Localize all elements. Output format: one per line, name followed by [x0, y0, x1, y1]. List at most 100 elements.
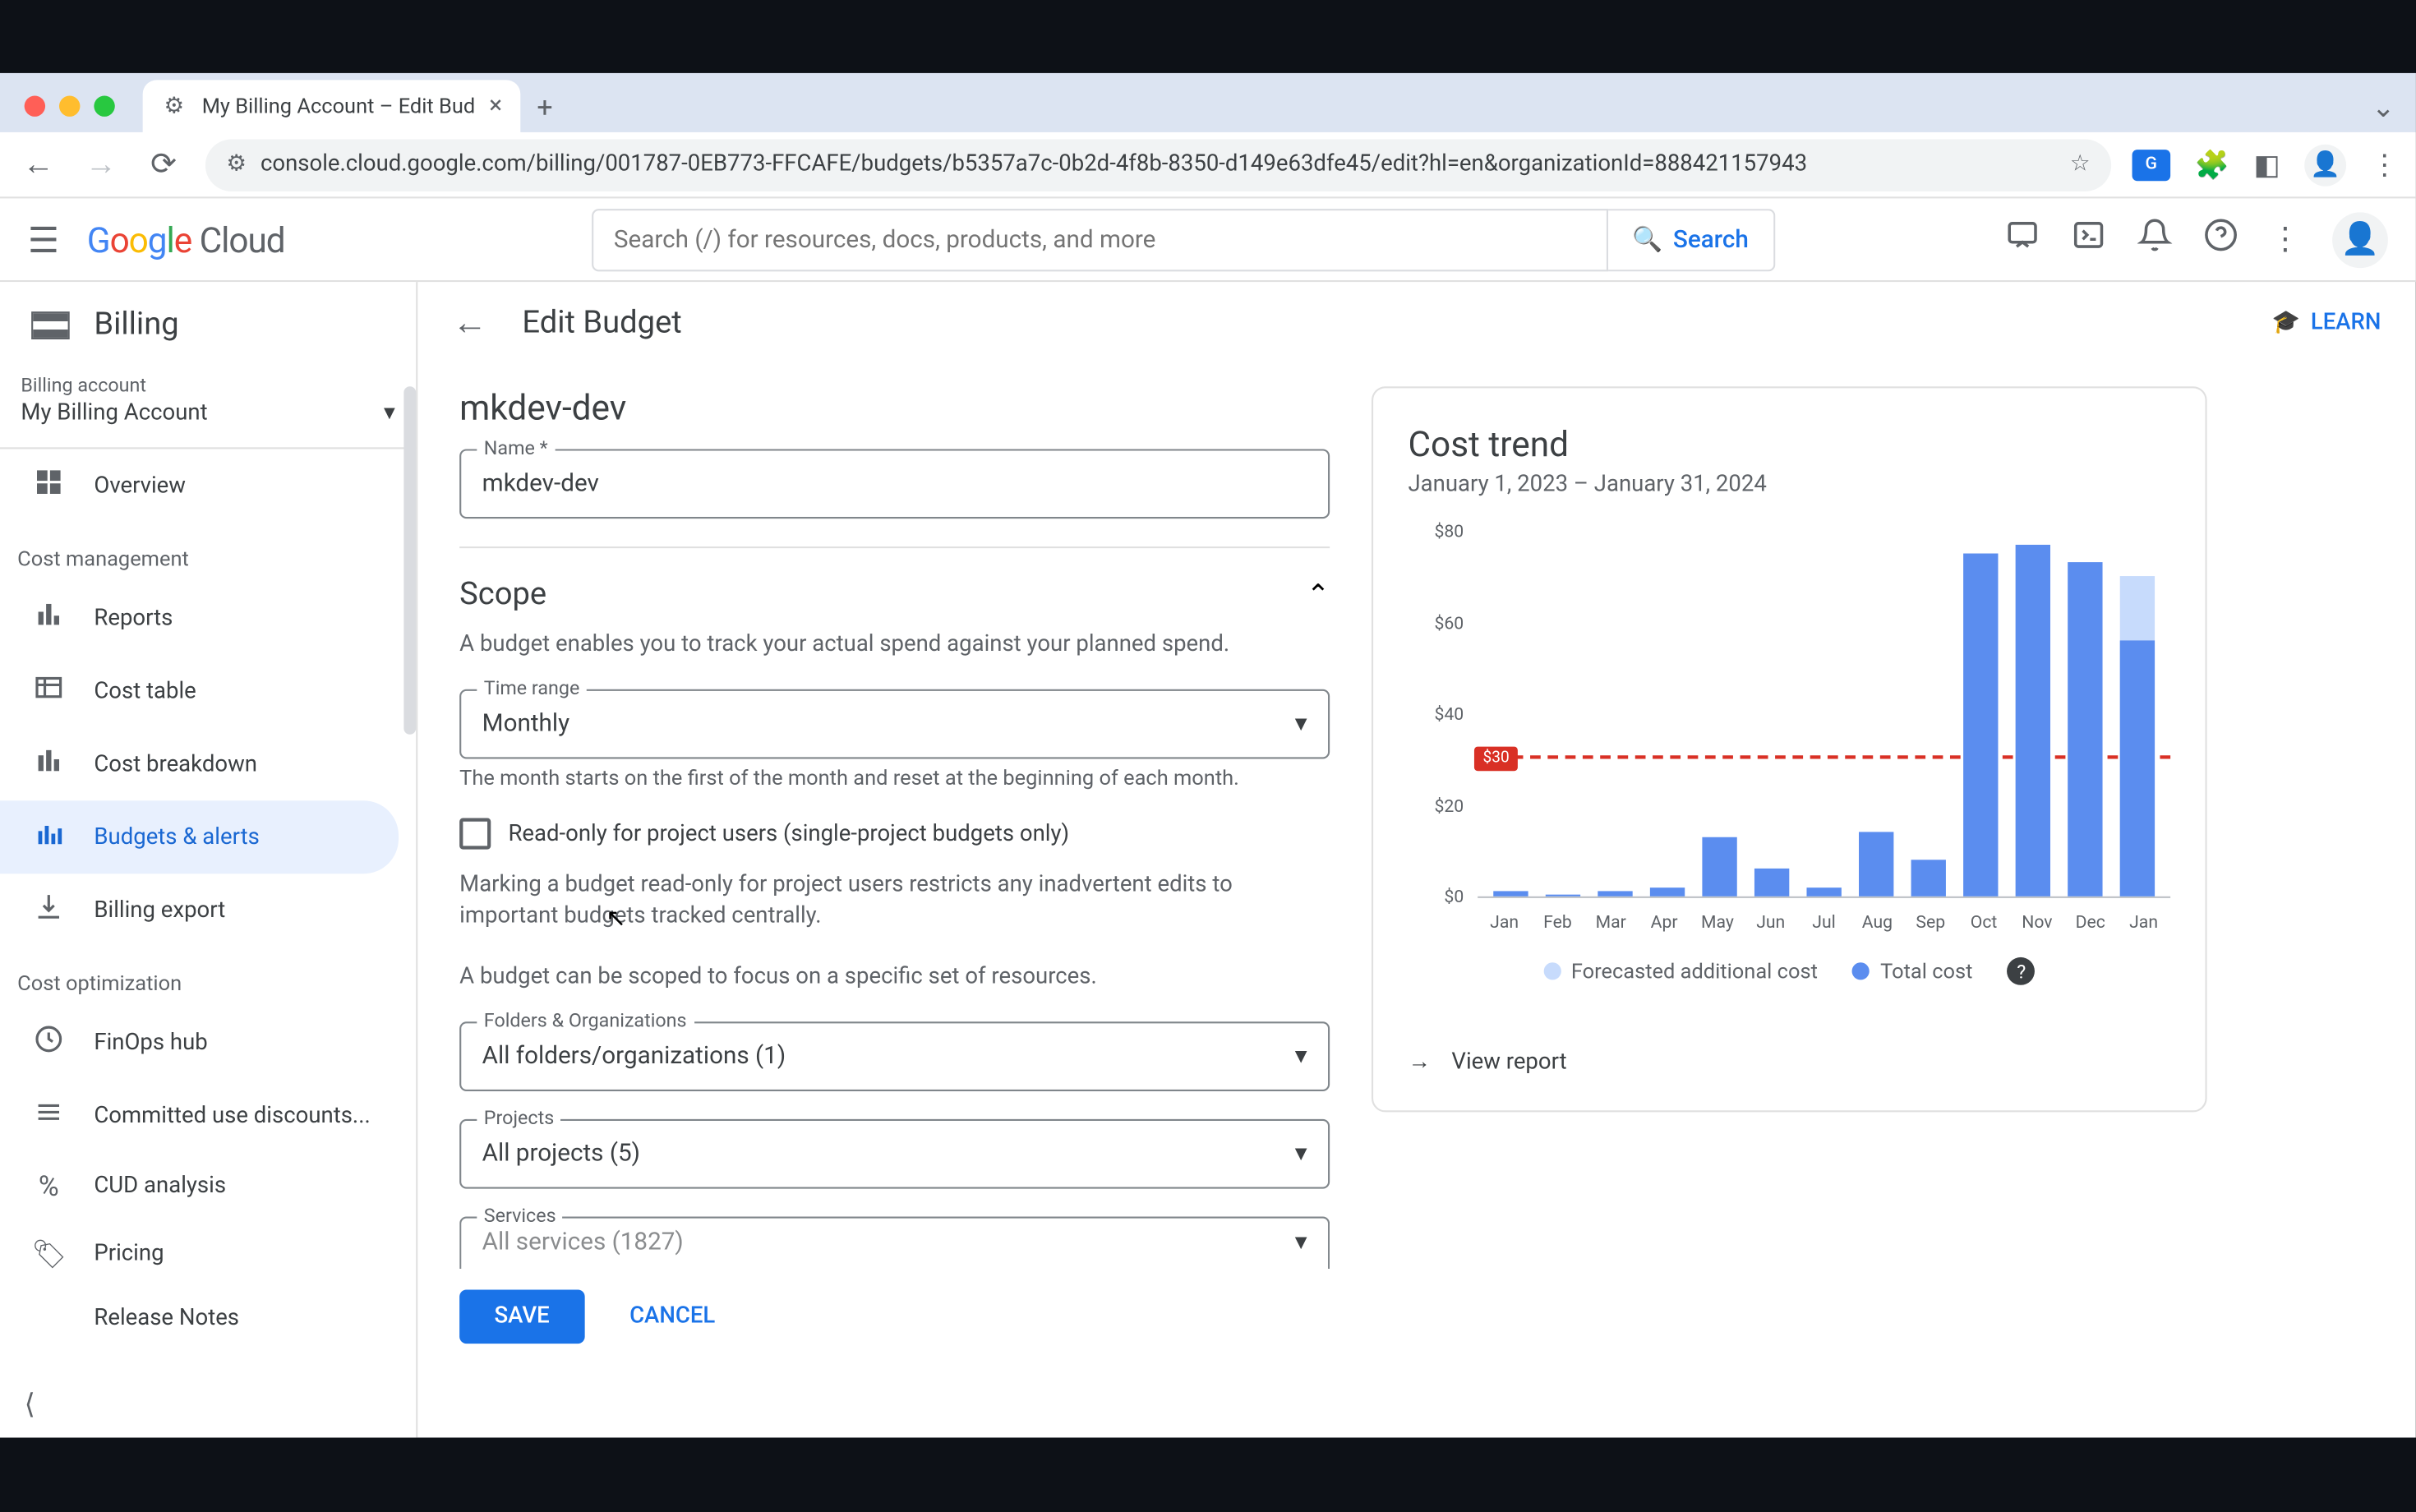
services-label: Services	[477, 1204, 563, 1227]
nav-menu-icon[interactable]: ☰	[28, 219, 59, 260]
bar-group[interactable]	[2059, 532, 2112, 897]
readonly-label: Read-only for project users (single-proj…	[508, 821, 1069, 847]
bar-group[interactable]	[1745, 532, 1798, 897]
bar-group[interactable]	[1641, 532, 1694, 897]
bar-chart-icon	[31, 599, 66, 638]
browser-tab[interactable]: ⚙ My Billing Account – Edit Bud ×	[143, 80, 520, 132]
sidebar-item-pricing[interactable]: 🏷 Pricing	[0, 1220, 416, 1288]
bar-group[interactable]	[1850, 532, 1902, 897]
learn-label: LEARN	[2311, 310, 2381, 336]
profile-avatar-icon[interactable]: 👤	[2304, 144, 2346, 186]
sidebar-item-reports[interactable]: Reports	[0, 581, 416, 654]
sidebar-scrollbar[interactable]	[403, 386, 416, 735]
cloud-shell-icon[interactable]	[2071, 218, 2105, 261]
back-arrow-icon[interactable]: ←	[453, 301, 487, 344]
readonly-checkbox[interactable]	[459, 818, 491, 850]
sidebar-item-release-notes[interactable]: Release Notes	[0, 1288, 416, 1348]
legend-total: Total cost	[1852, 959, 1972, 984]
bar-group[interactable]	[2111, 532, 2164, 897]
tab-title: My Billing Account – Edit Bud	[202, 94, 476, 118]
time-range-select[interactable]: Monthly ▾	[459, 689, 1330, 759]
legend-forecast-label: Forecasted additional cost	[1571, 959, 1818, 984]
billing-icon	[31, 311, 70, 339]
new-tab-button[interactable]: +	[537, 90, 552, 122]
legend-forecast: Forecasted additional cost	[1543, 959, 1818, 984]
tab-favicon-icon: ⚙	[160, 92, 188, 120]
x-tick: Jan	[1478, 914, 1531, 933]
help-icon[interactable]	[2203, 218, 2238, 261]
window-controls	[25, 95, 115, 116]
x-tick: Nov	[2010, 914, 2063, 933]
view-report-label: View report	[1451, 1049, 1566, 1075]
forward-button[interactable]: →	[80, 146, 122, 182]
bar-group[interactable]	[1589, 532, 1642, 897]
extensions-icon[interactable]: 🧩	[2195, 148, 2229, 181]
sidebar-item-finops[interactable]: FinOps hub	[0, 1006, 416, 1079]
finops-icon	[31, 1023, 66, 1062]
sidebar-title[interactable]: Billing	[0, 282, 416, 367]
help-tooltip-icon[interactable]: ?	[2008, 957, 2036, 985]
projects-select[interactable]: All projects (5) ▾	[459, 1118, 1330, 1188]
sidebar-item-label: CUD analysis	[94, 1173, 226, 1200]
bar-total	[1598, 892, 1632, 897]
reload-button[interactable]: ⟳	[143, 146, 185, 182]
bar-group[interactable]	[2007, 532, 2059, 897]
browser-menu-icon[interactable]: ⋮	[2371, 148, 2399, 181]
sidebar-item-budgets[interactable]: Budgets & alerts	[0, 800, 399, 874]
cost-trend-card: Cost trend January 1, 2023 – January 31,…	[1372, 386, 2207, 1112]
chat-icon[interactable]	[2005, 218, 2040, 261]
minimize-window-button[interactable]	[59, 95, 80, 116]
gcp-header: ☰ Google Cloud 🔍 Search ⋮ 👤	[0, 198, 2416, 282]
bar-group[interactable]	[1955, 532, 2008, 897]
scope-section-header[interactable]: Scope ⌃	[459, 576, 1330, 612]
sidebar-item-cud[interactable]: Committed use discounts...	[0, 1079, 416, 1152]
chevron-up-icon: ⌃	[1307, 578, 1330, 611]
sidebar-item-export[interactable]: Billing export	[0, 874, 416, 947]
billing-account-selector[interactable]: Billing account My Billing Account ▾	[0, 367, 416, 449]
site-info-icon[interactable]: ⚙	[226, 151, 247, 177]
translate-icon[interactable]: G	[2132, 149, 2170, 180]
bar-group[interactable]	[1694, 532, 1746, 897]
time-range-value: Monthly	[482, 711, 569, 739]
maximize-window-button[interactable]	[94, 95, 114, 116]
bar-group[interactable]	[1902, 532, 1955, 897]
bar-group[interactable]	[1537, 532, 1589, 897]
bookmark-star-icon[interactable]: ☆	[2070, 151, 2091, 177]
services-select[interactable]: All services (1827) ▾	[459, 1216, 1330, 1269]
close-window-button[interactable]	[25, 95, 45, 116]
sidebar-item-label: Budgets & alerts	[94, 824, 259, 850]
sidebar-item-label: Billing export	[94, 897, 225, 924]
bar-total	[1806, 887, 1841, 897]
gcp-search: 🔍 Search	[591, 208, 1774, 270]
url-input[interactable]: ⚙ console.cloud.google.com/billing/00178…	[205, 138, 2111, 191]
sidebar-item-label: Overview	[94, 472, 186, 499]
save-button[interactable]: SAVE	[459, 1289, 584, 1344]
chart-subtitle: January 1, 2023 – January 31, 2024	[1408, 472, 2170, 498]
scope-resources-description: A budget can be scoped to focus on a spe…	[459, 961, 1330, 993]
close-tab-icon[interactable]: ×	[489, 92, 502, 120]
cancel-button[interactable]: CANCEL	[609, 1289, 736, 1344]
sidebar-item-cost-breakdown[interactable]: Cost breakdown	[0, 727, 416, 800]
collapse-sidebar-icon[interactable]: ⟨	[25, 1387, 35, 1420]
chart-title: Cost trend	[1408, 423, 2170, 465]
name-input[interactable]	[459, 449, 1330, 519]
services-value: All services (1827)	[482, 1229, 684, 1257]
sidebar-item-cost-table[interactable]: Cost table	[0, 654, 416, 727]
sidebar-item-cud-analysis[interactable]: % CUD analysis	[0, 1152, 416, 1220]
more-menu-icon[interactable]: ⋮	[2270, 221, 2301, 257]
back-button[interactable]: ←	[17, 146, 59, 182]
notifications-icon[interactable]	[2137, 218, 2172, 261]
learn-button[interactable]: 🎓 LEARN	[2272, 310, 2381, 336]
sidebar-item-overview[interactable]: Overview	[0, 449, 416, 522]
search-button[interactable]: 🔍 Search	[1608, 208, 1775, 270]
side-panel-icon[interactable]: ◧	[2254, 148, 2280, 181]
bar-group[interactable]	[1485, 532, 1538, 897]
tabs-dropdown-icon[interactable]: ⌄	[2365, 83, 2402, 130]
x-tick: Aug	[1851, 914, 1904, 933]
bar-group[interactable]	[1798, 532, 1851, 897]
account-avatar-icon[interactable]: 👤	[2332, 211, 2388, 267]
tag-icon: 🏷	[31, 1238, 66, 1270]
gcp-logo[interactable]: Google Cloud	[87, 219, 285, 260]
view-report-link[interactable]: → View report	[1408, 1020, 2170, 1076]
search-input[interactable]	[591, 208, 1607, 270]
